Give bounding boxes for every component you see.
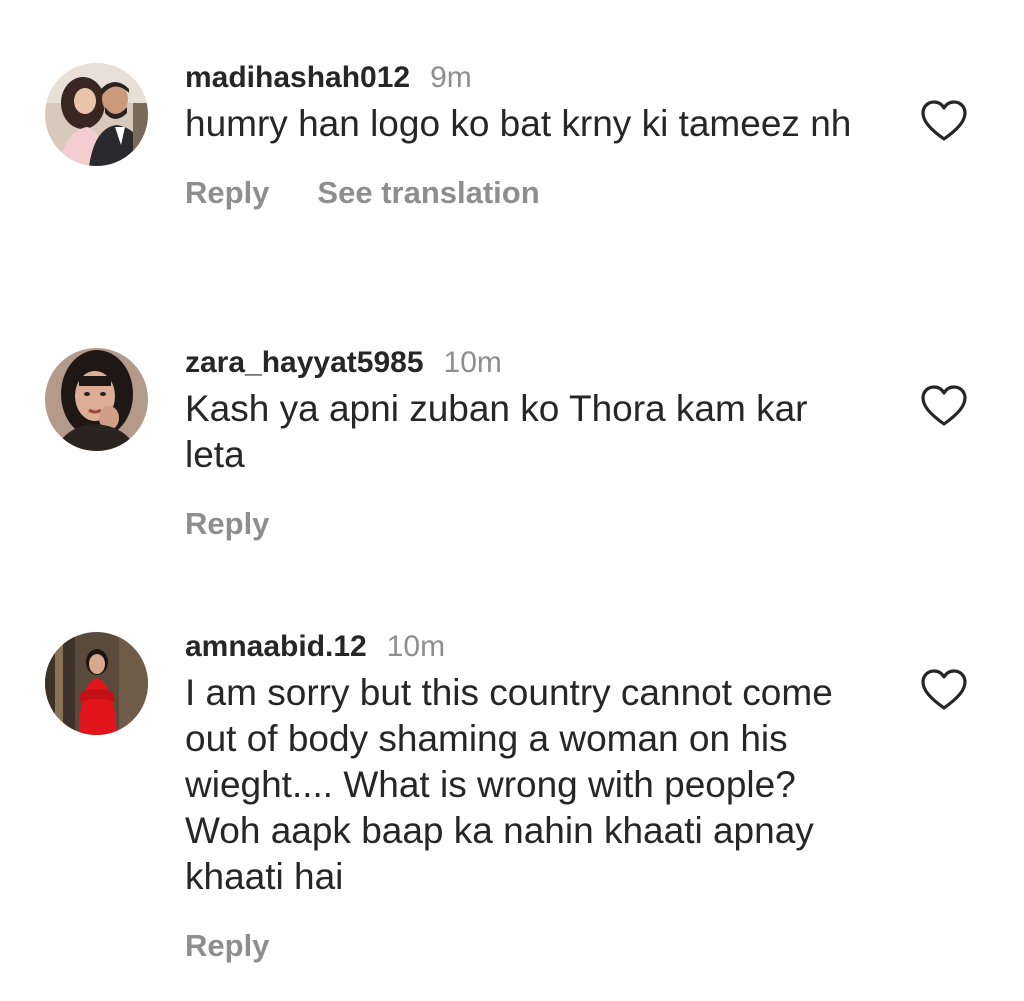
comment-meta: madihashah012 9m <box>185 58 875 98</box>
comment-body: madihashah012 9m humry han logo ko bat k… <box>185 58 875 213</box>
comment-text: I am sorry but this country cannot come … <box>185 672 833 897</box>
comment-meta: amnaabid.12 10m <box>185 627 875 667</box>
comment-meta: zara_hayyat5985 10m <box>185 343 875 383</box>
comment-text: humry han logo ko bat krny ki tameez nh <box>185 103 852 144</box>
see-translation-button[interactable]: See translation <box>317 173 539 213</box>
comment-actions: Reply <box>185 504 875 544</box>
comment-actions: Reply See translation <box>185 173 875 213</box>
username[interactable]: madihashah012 <box>185 58 410 98</box>
comment-body: zara_hayyat5985 10m Kash ya apni zuban k… <box>185 343 875 544</box>
avatar[interactable] <box>45 348 148 451</box>
username[interactable]: zara_hayyat5985 <box>185 343 424 383</box>
reply-button[interactable]: Reply <box>185 926 269 966</box>
username[interactable]: amnaabid.12 <box>185 627 367 667</box>
avatar[interactable] <box>45 632 148 735</box>
comment-text: Kash ya apni zuban ko Thora kam kar leta <box>185 388 808 475</box>
timestamp: 9m <box>430 61 472 94</box>
heart-outline-icon[interactable] <box>920 384 968 428</box>
timestamp: 10m <box>386 630 446 663</box>
comment-body: amnaabid.12 10m I am sorry but this coun… <box>185 627 875 966</box>
reply-button[interactable]: Reply <box>185 173 269 213</box>
heart-outline-icon[interactable] <box>920 99 968 143</box>
heart-outline-icon[interactable] <box>920 668 968 712</box>
timestamp: 10m <box>443 346 502 379</box>
comment-actions: Reply <box>185 926 875 966</box>
reply-button[interactable]: Reply <box>185 504 269 544</box>
avatar[interactable] <box>45 63 148 166</box>
